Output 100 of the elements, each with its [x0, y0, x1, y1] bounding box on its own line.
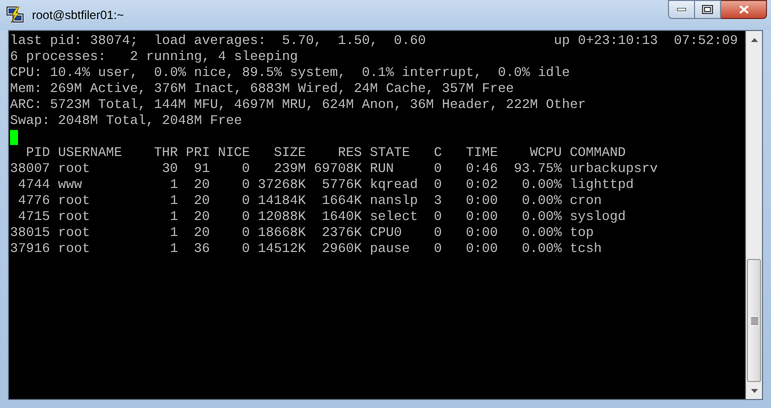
- table-cell: 0: [434, 226, 442, 241]
- table-cell: select: [370, 210, 418, 225]
- grip-icon: [750, 316, 758, 324]
- table-cell: 0:00: [466, 210, 498, 225]
- maximize-icon: [702, 5, 713, 14]
- terminal-line: 6 processes: 2 running, 4 sleeping: [10, 50, 298, 66]
- table-cell: nanslp: [370, 194, 418, 209]
- column-header: C: [434, 146, 442, 161]
- table-cell: 0.00%: [522, 242, 562, 257]
- column-header: TIME: [466, 146, 498, 161]
- table-cell: 0.00%: [522, 226, 562, 241]
- terminal-line: Mem: 269M Active, 376M Inact, 6883M Wired, 24M Cache, 357M Free: [10, 82, 514, 98]
- column-header: COMMAND: [570, 146, 626, 161]
- table-cell: root: [58, 162, 90, 177]
- table-cell: 1640K: [322, 210, 362, 225]
- table-cell: 20: [194, 210, 210, 225]
- table-cell: 0:02: [466, 178, 498, 193]
- column-header: PID: [26, 146, 50, 161]
- table-cell: 4715: [18, 210, 50, 225]
- table-cell: www: [58, 178, 82, 193]
- table-cell: 69708K: [314, 162, 362, 177]
- maximize-button[interactable]: [695, 0, 721, 19]
- table-cell: 0: [242, 178, 250, 193]
- table-cell: CPU0: [370, 226, 402, 241]
- scrollbar[interactable]: [746, 30, 763, 400]
- table-cell: 1: [170, 210, 178, 225]
- table-cell: 1: [170, 226, 178, 241]
- table-cell: 20: [194, 178, 210, 193]
- table-cell: 0:00: [466, 194, 498, 209]
- scroll-thumb[interactable]: [747, 259, 761, 382]
- table-cell: 3: [434, 194, 442, 209]
- table-cell: 0.00%: [522, 178, 562, 193]
- table-cell: 37916: [10, 242, 50, 257]
- up-arrow-icon: [750, 38, 758, 42]
- table-cell: pause: [370, 242, 410, 257]
- terminal-line: ARC: 5723M Total, 144M MFU, 4697M MRU, 624M Anon, 36M Header, 222M Other: [10, 98, 586, 114]
- window-title: root@sbtfiler01:~: [32, 7, 124, 24]
- table-cell: 18668K: [258, 226, 306, 241]
- down-arrow-icon: [750, 388, 758, 392]
- column-header: STATE: [370, 146, 410, 161]
- table-cell: 0: [434, 178, 442, 193]
- table-cell: 91: [194, 162, 210, 177]
- terminal-line: Swap: 2048M Total, 2048M Free: [10, 114, 242, 130]
- column-header: THR: [154, 146, 178, 161]
- column-header: WCPU: [530, 146, 562, 161]
- table-cell: RUN: [370, 162, 394, 177]
- table-cell: cron: [570, 194, 602, 209]
- table-cell: 0.00%: [522, 210, 562, 225]
- terminal-cursor: [10, 130, 18, 145]
- table-cell: root: [58, 194, 90, 209]
- table-cell: 38007: [10, 162, 50, 177]
- table-cell: 1664K: [322, 194, 362, 209]
- close-button[interactable]: [721, 0, 767, 19]
- table-cell: 0.00%: [522, 194, 562, 209]
- table-cell: 0:00: [466, 242, 498, 257]
- table-cell: 5776K: [322, 178, 362, 193]
- table-cell: 37268K: [258, 178, 306, 193]
- table-cell: root: [58, 210, 90, 225]
- close-icon: [738, 5, 748, 14]
- table-cell: 30: [162, 162, 178, 177]
- column-header: USERNAME: [58, 146, 122, 161]
- table-cell: root: [58, 226, 90, 241]
- table-cell: 36: [194, 242, 210, 257]
- table-cell: root: [58, 242, 90, 257]
- table-cell: 1: [170, 242, 178, 257]
- terminal-line: CPU: 10.4% user, 0.0% nice, 89.5% system, 0.1% interrupt, 0.0% idle: [10, 66, 570, 82]
- table-cell: urbackupsrv: [570, 162, 658, 177]
- column-header: SIZE: [274, 146, 306, 161]
- table-cell: top: [570, 226, 594, 241]
- table-cell: 0: [242, 210, 250, 225]
- table-cell: 0: [242, 242, 250, 257]
- table-cell: 4776: [18, 194, 50, 209]
- terminal-app-icon: [6, 6, 24, 24]
- table-cell: kqread: [370, 178, 418, 193]
- table-cell: 2960K: [322, 242, 362, 257]
- table-cell: 14184K: [258, 194, 306, 209]
- table-cell: 1: [170, 194, 178, 209]
- table-cell: tcsh: [570, 242, 602, 257]
- table-cell: 0:46: [466, 162, 498, 177]
- table-cell: syslogd: [570, 210, 626, 225]
- terminal-line: last pid: 38074; load averages: 5.70, 1.50, 0.60 up 0+23:10:13 07:52:09: [10, 34, 738, 50]
- table-cell: 20: [194, 194, 210, 209]
- table-cell: 2376K: [322, 226, 362, 241]
- minimize-button[interactable]: [668, 0, 695, 19]
- table-cell: 0: [242, 162, 250, 177]
- table-cell: 38015: [10, 226, 50, 241]
- table-cell: 0: [434, 242, 442, 257]
- table-cell: 0:00: [466, 226, 498, 241]
- table-cell: 4744: [18, 178, 50, 193]
- minimize-icon: [677, 8, 686, 11]
- column-header: RES: [338, 146, 362, 161]
- table-cell: 1: [170, 178, 178, 193]
- table-cell: 0: [434, 162, 442, 177]
- table-cell: lighttpd: [570, 178, 634, 193]
- table-cell: 0: [242, 226, 250, 241]
- table-cell: 93.75%: [514, 162, 562, 177]
- table-cell: 239M: [274, 162, 306, 177]
- column-header: NICE: [218, 146, 250, 161]
- column-header: PRI: [186, 146, 210, 161]
- table-cell: 0: [434, 210, 442, 225]
